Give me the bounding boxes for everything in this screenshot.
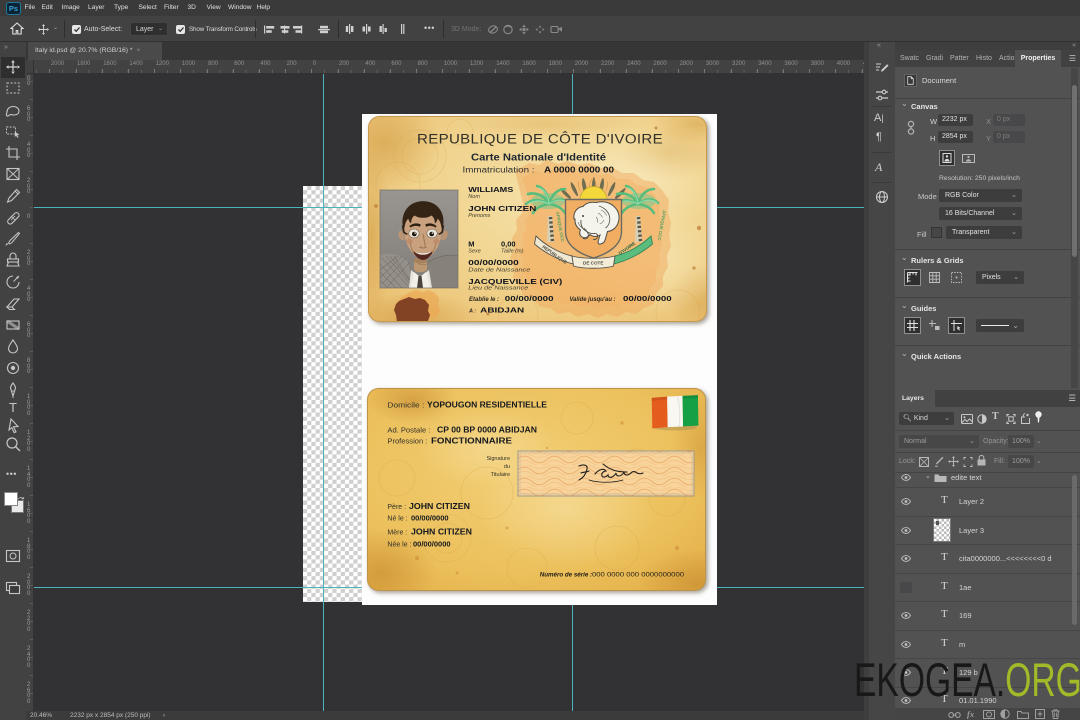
svg-text:Née le :: Née le : xyxy=(387,542,411,549)
svg-text:Carte Nationale d'Identité: Carte Nationale d'Identité xyxy=(471,153,606,164)
svg-text:00/00/0000: 00/00/0000 xyxy=(413,540,451,549)
svg-text:Sexe: Sexe xyxy=(468,249,481,255)
svg-text:A :: A : xyxy=(468,309,476,315)
svg-text:Lieu de Naissance: Lieu de Naissance xyxy=(468,285,528,291)
svg-text:000 0000 000 0000000000: 000 0000 000 0000000000 xyxy=(592,572,685,579)
svg-text:Immatriculation :: Immatriculation : xyxy=(463,166,535,175)
svg-text:Domicile :: Domicile : xyxy=(387,403,424,410)
svg-text:DE COTE: DE COTE xyxy=(583,261,603,266)
svg-text:ABIDJAN: ABIDJAN xyxy=(480,306,524,315)
svg-text:JOHN CITIZEN: JOHN CITIZEN xyxy=(409,502,470,511)
svg-text:Père :: Père : xyxy=(387,504,406,511)
svg-text:WILLIAMS: WILLIAMS xyxy=(468,185,513,194)
svg-text:Né le :: Né le : xyxy=(387,516,407,523)
svg-text:00/00/0000: 00/00/0000 xyxy=(505,294,554,303)
svg-text:00/00/0000: 00/00/0000 xyxy=(468,258,519,267)
svg-text:du: du xyxy=(504,464,510,470)
svg-text:CP 00 BP 0000 ABIDJAN: CP 00 BP 0000 ABIDJAN xyxy=(437,426,537,435)
svg-text:YOPOUGON RESIDENTIELLE: YOPOUGON RESIDENTIELLE xyxy=(427,401,548,410)
svg-text:Taille (m): Taille (m) xyxy=(501,249,524,255)
svg-text:Profession :: Profession : xyxy=(387,439,427,446)
svg-text:Prenoms: Prenoms xyxy=(468,213,490,219)
svg-text:A 0000 0000 00: A 0000 0000 00 xyxy=(544,165,614,175)
svg-text:REPUBLIQUE DE CÔTE D'IVOIRE: REPUBLIQUE DE CÔTE D'IVOIRE xyxy=(417,132,663,147)
svg-text:Nom: Nom xyxy=(468,194,480,200)
svg-text:00/00/0000: 00/00/0000 xyxy=(411,514,449,523)
svg-text:M: M xyxy=(468,239,474,248)
svg-text:JOHN CITIZEN: JOHN CITIZEN xyxy=(468,204,536,213)
svg-text:00/00/0000: 00/00/0000 xyxy=(623,294,672,303)
svg-text:Mère :: Mère : xyxy=(387,530,407,537)
svg-text:Date de Naissance: Date de Naissance xyxy=(468,268,530,274)
svg-text:Ad. Postale :: Ad. Postale : xyxy=(387,428,430,435)
svg-text:JOHN CITIZEN: JOHN CITIZEN xyxy=(411,528,472,537)
svg-text:FONCTIONNAIRE: FONCTIONNAIRE xyxy=(431,437,513,446)
svg-text:Valide jusqu'au :: Valide jusqu'au : xyxy=(570,297,616,303)
svg-text:Titulaire: Titulaire xyxy=(491,472,510,478)
svg-text:Numéro de série :: Numéro de série : xyxy=(540,572,592,579)
svg-text:0,00: 0,00 xyxy=(501,239,516,248)
svg-text:Etablie le :: Etablie le : xyxy=(469,297,499,303)
svg-text:Signature: Signature xyxy=(486,456,510,462)
